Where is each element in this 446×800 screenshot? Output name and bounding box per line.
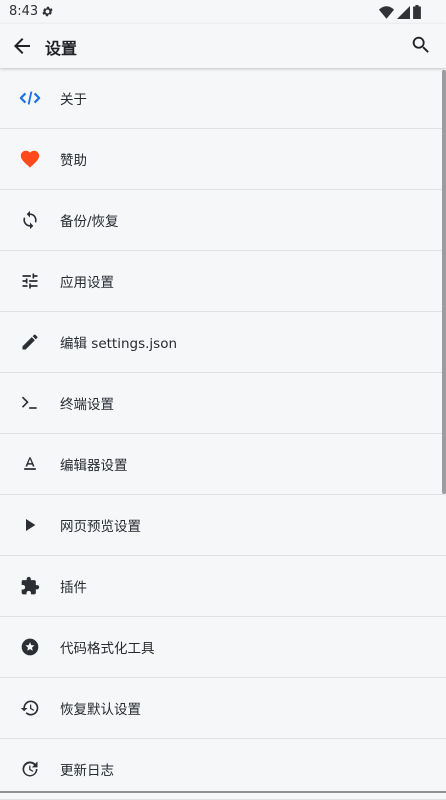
terminal-icon: [19, 392, 41, 414]
settings-item-label: 编辑 settings.json: [60, 336, 178, 352]
pencil-icon: [19, 331, 41, 353]
app-bar: 设置: [0, 24, 446, 68]
settings-item-label: 编辑器设置: [60, 458, 128, 474]
settings-item-about[interactable]: 关于: [0, 68, 446, 129]
settings-item-edit-json[interactable]: 编辑 settings.json: [0, 312, 446, 373]
star-circle-icon: [19, 636, 41, 658]
settings-item-label: 赞助: [60, 153, 87, 169]
back-arrow-icon[interactable]: [10, 34, 34, 58]
puzzle-icon: [19, 575, 41, 597]
wifi-icon: [379, 5, 394, 19]
settings-item-app-settings[interactable]: 应用设置: [0, 251, 446, 312]
scrollbar[interactable]: [442, 70, 446, 494]
settings-item-label: 更新日志: [60, 763, 114, 779]
settings-item-editor[interactable]: 编辑器设置: [0, 434, 446, 495]
settings-item-label: 恢复默认设置: [60, 702, 141, 718]
settings-item-label: 插件: [60, 580, 87, 596]
search-icon[interactable]: [410, 34, 434, 58]
sync-icon: [19, 209, 41, 231]
battery-icon: [413, 5, 421, 19]
history-icon: [19, 697, 41, 719]
settings-item-label: 关于: [60, 92, 87, 108]
settings-item-code-formatter[interactable]: 代码格式化工具: [0, 617, 446, 678]
page-title: 设置: [45, 39, 78, 58]
settings-item-label: 代码格式化工具: [60, 641, 155, 657]
settings-item-sponsor[interactable]: 赞助: [0, 129, 446, 190]
settings-item-terminal[interactable]: 终端设置: [0, 373, 446, 434]
status-time: 8:43: [9, 4, 39, 19]
code-icon: [19, 87, 41, 109]
settings-item-reset-defaults[interactable]: 恢复默认设置: [0, 678, 446, 739]
settings-item-label: 备份/恢复: [60, 214, 119, 230]
play-icon: [19, 514, 41, 536]
settings-gear-icon: [41, 5, 54, 22]
heart-icon: [19, 148, 41, 170]
settings-list: 关于 赞助 备份/恢复 应用设置 编辑 settings.json 终端设置 编…: [0, 68, 446, 800]
status-icons: [379, 5, 421, 19]
settings-item-plugins[interactable]: 插件: [0, 556, 446, 617]
update-icon: [19, 758, 41, 780]
status-bar: 8:43: [0, 0, 446, 24]
text-format-icon: [19, 453, 41, 475]
settings-item-label: 终端设置: [60, 397, 114, 413]
signal-icon: [397, 5, 410, 19]
tune-icon: [19, 270, 41, 292]
settings-item-label: 应用设置: [60, 275, 114, 291]
settings-item-label: 网页预览设置: [60, 519, 141, 535]
settings-item-web-preview[interactable]: 网页预览设置: [0, 495, 446, 556]
settings-item-backup-restore[interactable]: 备份/恢复: [0, 190, 446, 251]
